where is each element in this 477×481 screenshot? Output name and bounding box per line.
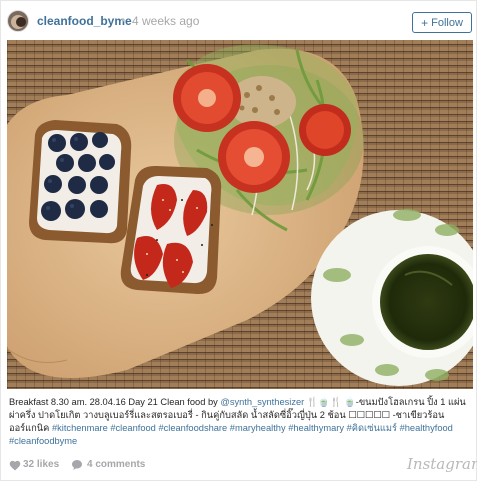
like-count[interactable]: 32 likes	[23, 459, 59, 470]
caption-text-start: Breakfast 8.30 am. 28.04.16 Day 21 Clean…	[9, 397, 221, 407]
hashtag-link[interactable]: #healthyfood	[400, 423, 453, 433]
hashtag-link[interactable]: #cleanfood	[110, 423, 156, 433]
post-timestamp[interactable]: 4 weeks ago	[132, 14, 199, 28]
mention-link[interactable]: @synth_synthesizer	[220, 397, 304, 407]
post-footer: 32 likes 4 comments Instagram	[1, 453, 477, 477]
comment-icon[interactable]	[71, 459, 83, 471]
instagram-logo[interactable]: Instagram	[407, 455, 477, 473]
username-link[interactable]: cleanfood_byme	[37, 14, 132, 28]
avatar[interactable]	[7, 10, 29, 32]
hashtag-link[interactable]: #maryhealthy	[230, 423, 286, 433]
post-caption: Breakfast 8.30 am. 28.04.16 Day 21 Clean…	[9, 396, 471, 448]
hashtag-link[interactable]: #cleanfoodshare	[158, 423, 227, 433]
hashtag-link[interactable]: #cleanfoodbyme	[9, 436, 77, 446]
post-header: cleanfood_byme • 4 weeks ago + Follow	[1, 1, 477, 41]
hashtag-link[interactable]: #healthymary	[288, 423, 344, 433]
instagram-post-card: cleanfood_byme • 4 weeks ago + Follow Br…	[0, 0, 477, 481]
hashtag-link[interactable]: #คิดเซ่นแมร์	[347, 423, 397, 433]
plus-icon: +	[421, 15, 429, 30]
comment-count[interactable]: 4 comments	[87, 459, 145, 470]
follow-label: Follow	[431, 16, 463, 29]
hashtag-link[interactable]: #kitchenmare	[52, 423, 108, 433]
follow-button[interactable]: + Follow	[412, 12, 472, 33]
post-photo[interactable]	[7, 40, 473, 389]
heart-icon[interactable]	[9, 460, 21, 471]
separator-dot: •	[121, 13, 126, 27]
breakfast-photo-illustration	[7, 40, 473, 389]
